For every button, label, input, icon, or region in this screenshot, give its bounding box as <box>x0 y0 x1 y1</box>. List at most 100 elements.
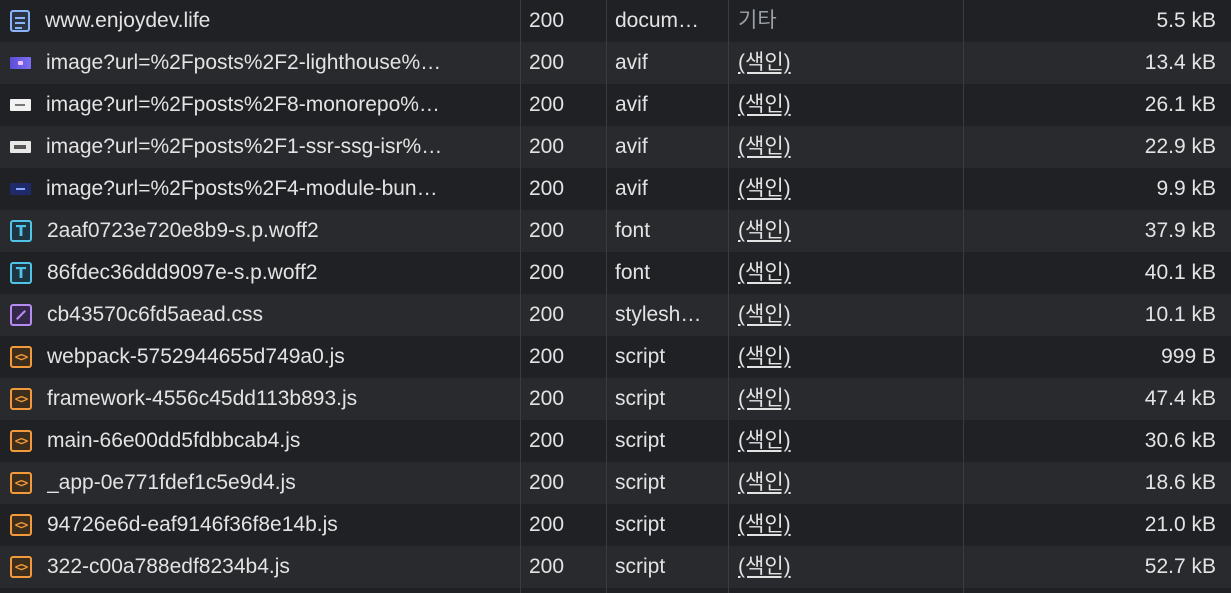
request-name-cell[interactable]: <> webpack-5752944655d749a0.js <box>10 336 518 378</box>
resource-type: script <box>615 345 666 368</box>
initiator-link[interactable]: (색인) <box>738 261 791 284</box>
request-name: cb43570c6fd5aead.css <box>47 303 263 326</box>
transfer-size: 22.9 kB <box>1144 135 1216 158</box>
initiator-link[interactable]: (색인) <box>738 345 791 368</box>
request-name: _app-0e771fdef1c5e9d4.js <box>47 471 296 494</box>
request-name: image?url=%2Fposts%2F4-module-bun… <box>46 177 438 200</box>
transfer-size: 18.6 kB <box>1144 471 1216 494</box>
status-code: 200 <box>529 93 565 116</box>
request-name-cell[interactable]: image?url=%2Fposts%2F8-monorepo%… <box>10 84 518 126</box>
initiator-cell: (색인) <box>738 378 962 420</box>
script-icon: <> <box>10 388 32 410</box>
resource-type: avif <box>615 135 648 158</box>
request-name-cell[interactable]: <> framework-4556c45dd113b893.js <box>10 378 518 420</box>
script-icon: <> <box>10 472 32 494</box>
initiator-link[interactable]: (색인) <box>738 51 791 74</box>
request-name-cell[interactable]: image?url=%2Fposts%2F1-ssr-ssg-isr%… <box>10 126 518 168</box>
transfer-size: 21.0 kB <box>1144 513 1216 536</box>
initiator-link[interactable]: (색인) <box>738 219 791 242</box>
request-name-cell[interactable]: <> 322-c00a788edf8234b4.js <box>10 546 518 588</box>
request-row[interactable]: <> 94726e6d-eaf9146f36f8e14b.js 200 script (… <box>0 504 1231 546</box>
request-name: image?url=%2Fposts%2F8-monorepo%… <box>46 93 440 116</box>
request-name: webpack-5752944655d749a0.js <box>47 345 345 368</box>
initiator-link[interactable]: (색인) <box>738 429 791 452</box>
request-name-cell[interactable]: <> _app-0e771fdef1c5e9d4.js <box>10 462 518 504</box>
request-name-cell[interactable]: image?url=%2Fposts%2F4-module-bun… <box>10 168 518 210</box>
request-name-cell[interactable]: <> main-66e00dd5fdbbcab4.js <box>10 420 518 462</box>
status-code: 200 <box>529 261 565 284</box>
transfer-size: 30.6 kB <box>1144 429 1216 452</box>
image-thumbnail-icon <box>10 57 31 69</box>
status-code: 200 <box>529 9 565 32</box>
request-row[interactable]: <> 322-c00a788edf8234b4.js 200 script (색인) 52… <box>0 546 1231 588</box>
request-row[interactable]: cb43570c6fd5aead.css 200 stylesh… (색인) 10.1 … <box>0 294 1231 336</box>
request-name: 322-c00a788edf8234b4.js <box>47 555 290 578</box>
status-code: 200 <box>529 471 565 494</box>
transfer-size: 26.1 kB <box>1144 93 1216 116</box>
request-name-cell[interactable]: <> 94726e6d-eaf9146f36f8e14b.js <box>10 504 518 546</box>
request-name: image?url=%2Fposts%2F1-ssr-ssg-isr%… <box>46 135 443 158</box>
initiator-text: 기타 <box>738 9 777 32</box>
request-row[interactable]: <> framework-4556c45dd113b893.js 200 script… <box>0 378 1231 420</box>
initiator-link[interactable]: (색인) <box>738 135 791 158</box>
request-row[interactable]: image?url=%2Fposts%2F4-module-bun… 200 avi… <box>0 168 1231 210</box>
column-divider[interactable] <box>606 0 607 593</box>
font-icon: T <box>10 262 32 284</box>
initiator-link[interactable]: (색인) <box>738 471 791 494</box>
request-name-cell[interactable]: image?url=%2Fposts%2F2-lighthouse%… <box>10 42 518 84</box>
resource-type: script <box>615 555 666 578</box>
column-divider[interactable] <box>520 0 521 593</box>
network-request-table: <> 322-c00a788edf8234b4.js 200 script (색인) 52… <box>0 0 1231 593</box>
status-code: 200 <box>529 177 565 200</box>
transfer-size: 13.4 kB <box>1144 51 1216 74</box>
initiator-link[interactable]: (색인) <box>738 93 791 116</box>
transfer-size: 9.9 kB <box>1156 177 1216 200</box>
status-code: 200 <box>529 219 565 242</box>
initiator-link[interactable]: (색인) <box>738 555 791 578</box>
initiator-cell: (색인) <box>738 420 962 462</box>
request-row[interactable]: image?url=%2Fposts%2F1-ssr-ssg-isr%… 200 a… <box>0 126 1231 168</box>
resource-type: docum… <box>615 9 700 32</box>
status-code: 200 <box>529 303 565 326</box>
initiator-link[interactable]: (색인) <box>738 177 791 200</box>
initiator-link[interactable]: (색인) <box>738 303 791 326</box>
column-divider[interactable] <box>728 0 729 593</box>
stylesheet-icon <box>10 304 32 326</box>
request-row[interactable]: T 2aaf0723e720e8b9-s.p.woff2 200 font (색인) 37… <box>0 210 1231 252</box>
request-name: main-66e00dd5fdbbcab4.js <box>47 429 301 452</box>
image-thumbnail-icon <box>10 141 31 153</box>
initiator-cell: (색인) <box>738 168 962 210</box>
resource-type: script <box>615 387 666 410</box>
transfer-size: 10.1 kB <box>1144 303 1216 326</box>
initiator-cell: (색인) <box>738 42 962 84</box>
request-name: 2aaf0723e720e8b9-s.p.woff2 <box>47 219 319 242</box>
request-name-cell[interactable]: www.enjoydev.life <box>10 0 518 42</box>
initiator-cell: (색인) <box>738 294 962 336</box>
transfer-size: 37.9 kB <box>1144 219 1216 242</box>
request-row[interactable]: image?url=%2Fposts%2F8-monorepo%… 200 avif… <box>0 84 1231 126</box>
request-name-cell[interactable]: T 86fdec36ddd9097e-s.p.woff2 <box>10 252 518 294</box>
resource-type: stylesh… <box>615 303 702 326</box>
request-row[interactable]: <> _app-0e771fdef1c5e9d4.js 200 script (색인) 1… <box>0 462 1231 504</box>
transfer-size: 999 B <box>1161 345 1216 368</box>
request-name: image?url=%2Fposts%2F2-lighthouse%… <box>46 51 442 74</box>
resource-type: script <box>615 471 666 494</box>
request-row[interactable]: image?url=%2Fposts%2F2-lighthouse%… 200 av… <box>0 42 1231 84</box>
request-name-cell[interactable]: cb43570c6fd5aead.css <box>10 294 518 336</box>
transfer-size: 52.7 kB <box>1144 555 1216 578</box>
request-row[interactable]: <> webpack-5752944655d749a0.js 200 script (색… <box>0 336 1231 378</box>
initiator-link[interactable]: (색인) <box>738 387 791 410</box>
request-row[interactable]: <> main-66e00dd5fdbbcab4.js 200 script (색인) 3… <box>0 420 1231 462</box>
initiator-link[interactable]: (색인) <box>738 513 791 536</box>
column-divider[interactable] <box>963 0 964 593</box>
script-icon: <> <box>10 430 32 452</box>
initiator-cell: (색인) <box>738 126 962 168</box>
request-name-cell[interactable]: T 2aaf0723e720e8b9-s.p.woff2 <box>10 210 518 252</box>
status-code: 200 <box>529 429 565 452</box>
request-row[interactable]: T 86fdec36ddd9097e-s.p.woff2 200 font (색인) 40… <box>0 252 1231 294</box>
document-icon <box>10 10 30 32</box>
image-thumbnail-icon <box>10 99 31 111</box>
status-code: 200 <box>529 135 565 158</box>
resource-type: font <box>615 261 651 284</box>
request-row[interactable]: www.enjoydev.life 200 docum… 기타 5.5 kB <box>0 0 1231 42</box>
